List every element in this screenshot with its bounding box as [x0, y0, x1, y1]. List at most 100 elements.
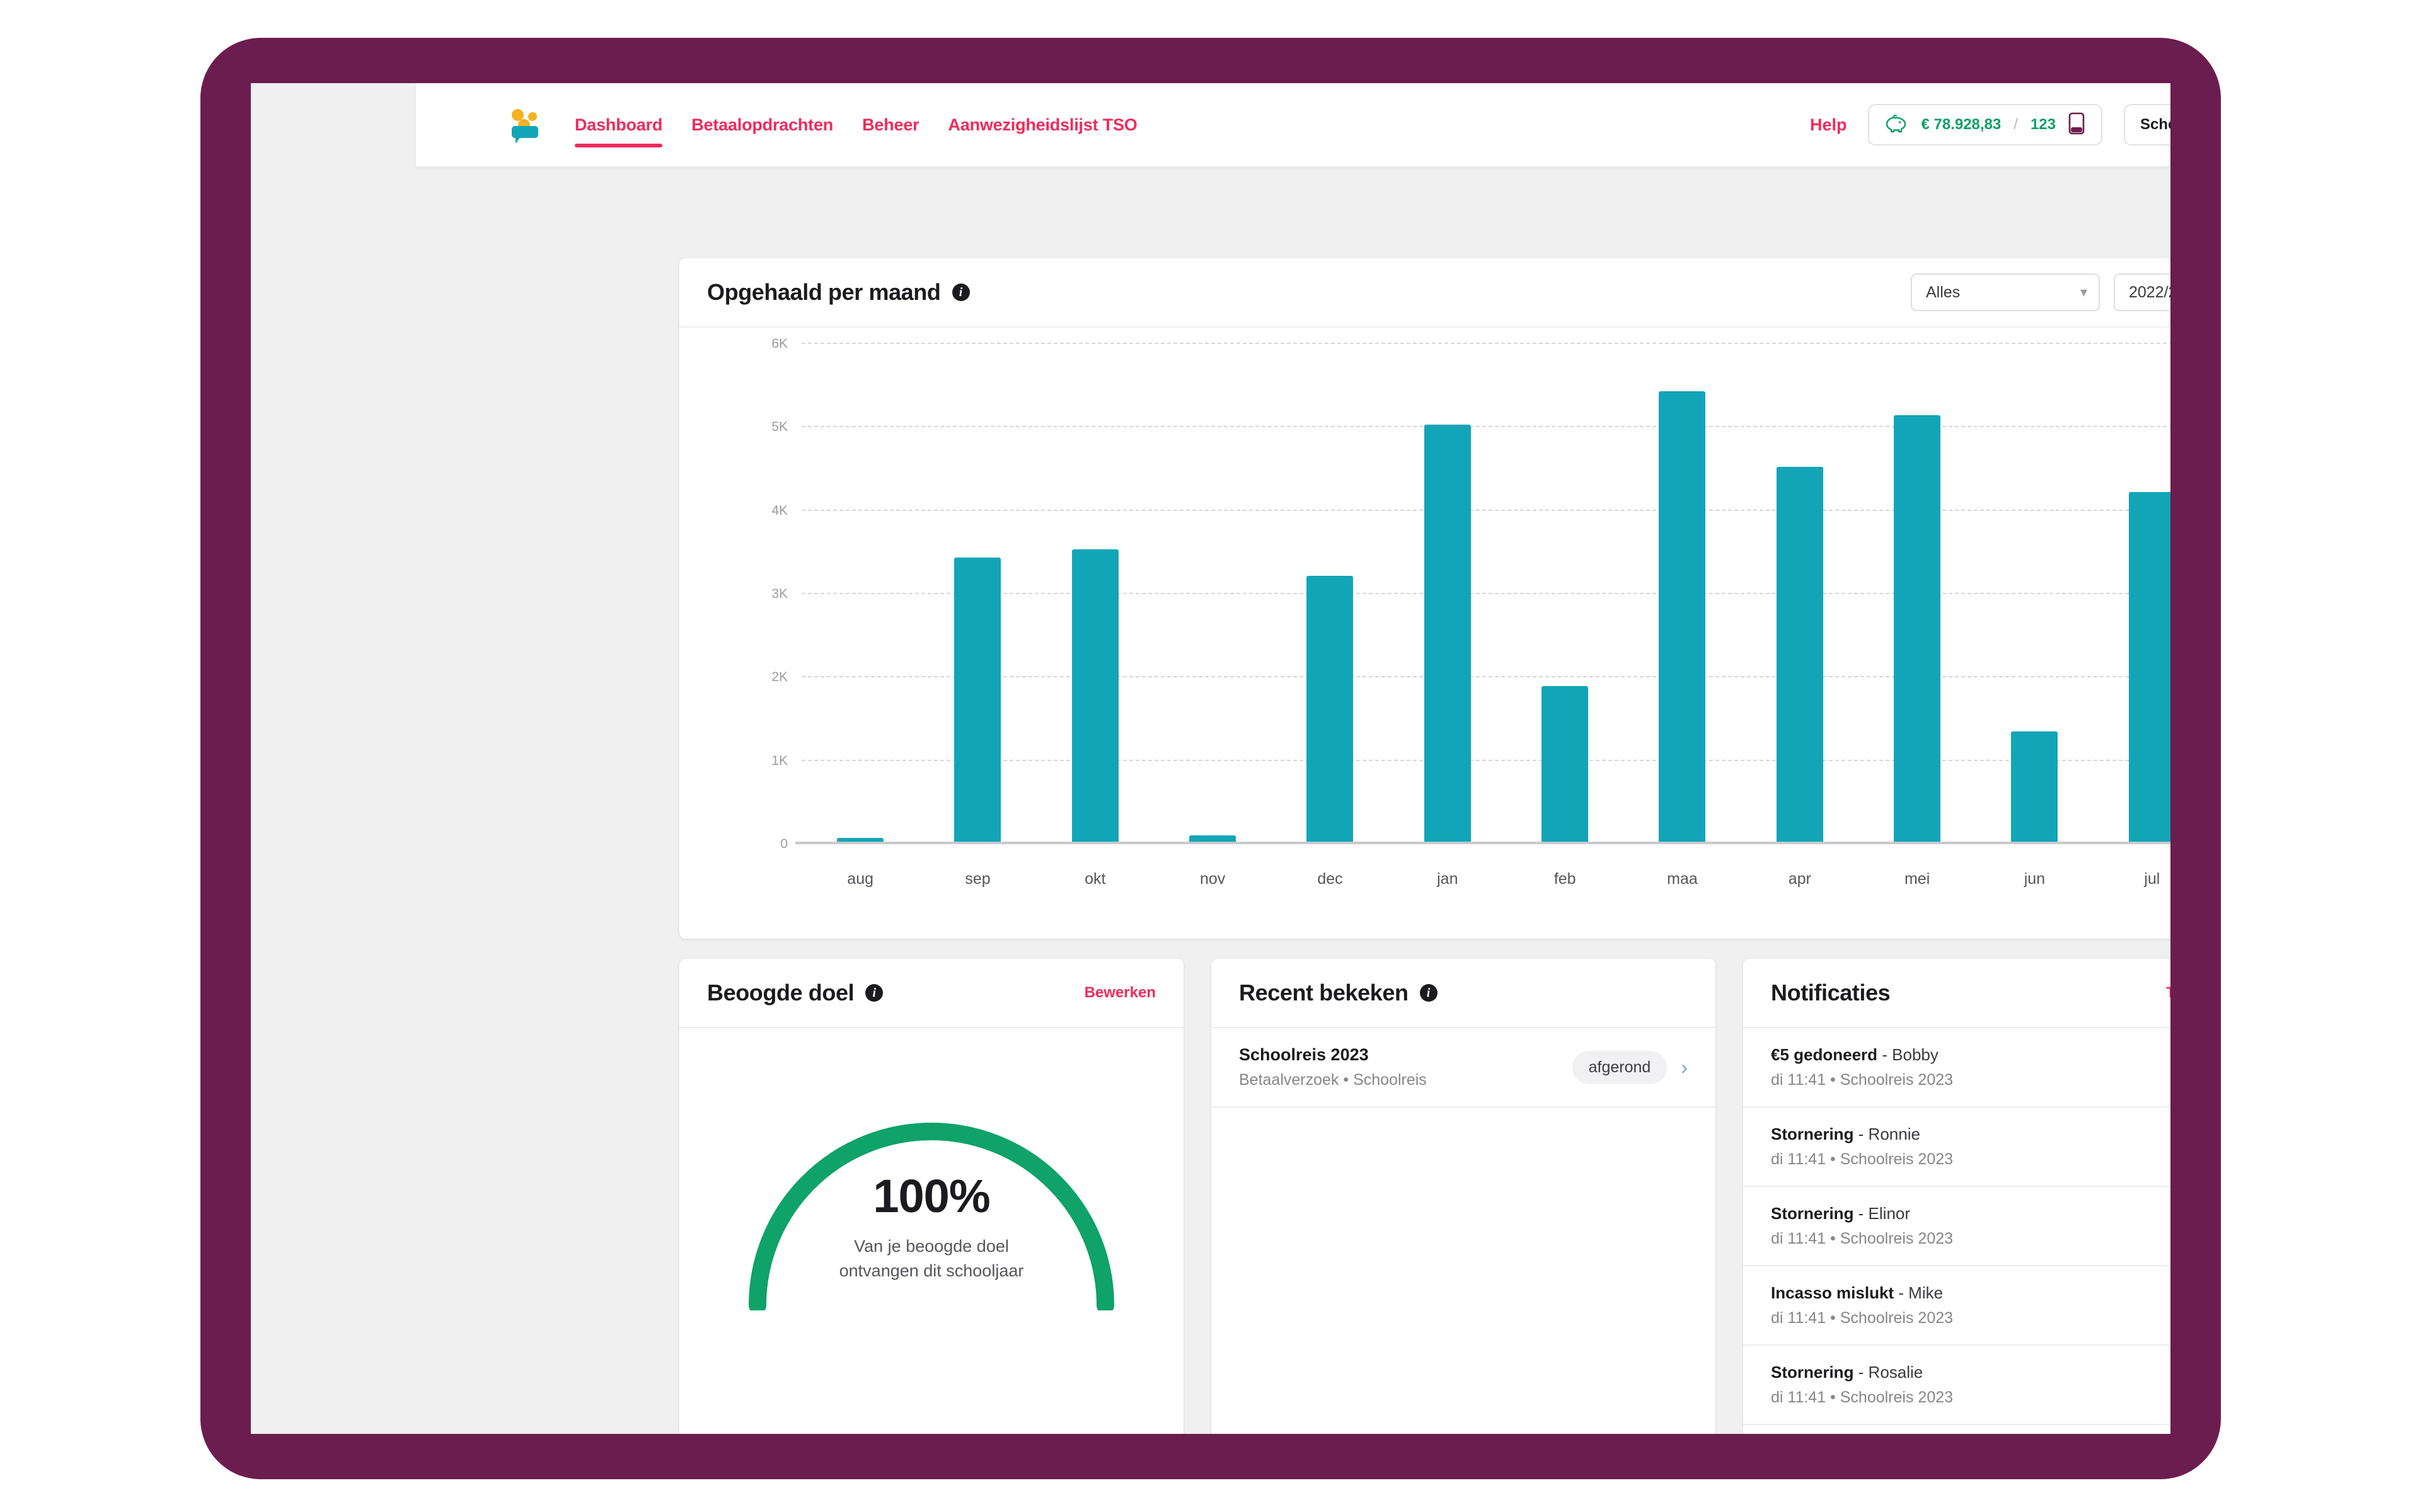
notification-title-rest: - Bobby [1877, 1045, 1939, 1064]
mobile-phone-icon[interactable] [2068, 112, 2085, 138]
notification-title-bold: Incasso mislukt [1771, 1283, 1894, 1302]
bar-slot [2094, 344, 2170, 844]
notification-title-rest: - Elinor [1853, 1204, 1911, 1223]
school-year-select[interactable]: 2022/2023 ▾ [2114, 273, 2170, 311]
nav-label-aanwezigheidslijst: Aanwezigheidslijst TSO [948, 115, 1138, 134]
notification-title-bold: Stornering [1771, 1204, 1854, 1223]
bar-okt[interactable] [1071, 549, 1119, 844]
nav-item-dashboard[interactable]: Dashboard [575, 83, 663, 166]
nav-item-aanwezigheidslijst-tso[interactable]: Aanwezigheidslijst TSO [948, 83, 1137, 166]
balance-pill[interactable]: € 78.928,83 / 123 [1868, 104, 2102, 146]
notifications-card: Notificaties Toon alles €5 gedoneerd - B… [1743, 959, 2170, 1434]
notifications-card-header: Notificaties Toon alles [1743, 959, 2170, 1028]
nav-label-beheer: Beheer [862, 115, 919, 134]
notification-title-rest: - Mike [1894, 1283, 1944, 1302]
y-axis-tick-label: 6K [771, 336, 788, 351]
bar-slot [1741, 344, 1858, 844]
balance-count: 123 [2030, 116, 2056, 133]
nav-item-beheer[interactable]: Beheer [862, 83, 919, 166]
recently-viewed-card: Recent bekeken i Schoolreis 2023 Betaalve… [1211, 959, 1715, 1434]
notification-list-item[interactable]: €5 gedoneerd - Bobby di 11:41 • Schoolrei… [1743, 1028, 2170, 1108]
account-name: School [2140, 116, 2170, 133]
help-link[interactable]: Help [1810, 115, 1847, 135]
goal-gauge-wrap: 100% Van je beoogde doel ontvangen dit s… [679, 1033, 1184, 1386]
bar-jan[interactable] [1424, 425, 1471, 844]
x-axis-tick-label: jun [2024, 870, 2046, 888]
gauge-caption-line1: Van je beoogde doel [854, 1237, 1009, 1256]
notifications-list: €5 gedoneerd - Bobby di 11:41 • Schoolrei… [1743, 1028, 2170, 1425]
notification-list-item[interactable]: Stornering - Elinor di 11:41 • Schoolreis… [1743, 1187, 2170, 1266]
y-axis-tick-label: 5K [771, 420, 788, 435]
bar-maa[interactable] [1659, 391, 1706, 844]
notification-list-item[interactable]: Incasso mislukt - Mike di 11:41 • Schoolr… [1743, 1266, 2170, 1346]
bar-slot [919, 344, 1036, 844]
goal-title: Beoogde doel [707, 980, 855, 1005]
notification-title-bold: Stornering [1771, 1125, 1854, 1143]
balance-amount: € 78.928,83 [1921, 116, 2002, 133]
x-axis-tick-label: apr [1788, 870, 1811, 888]
chart-title: Opgehaald per maand [707, 279, 941, 305]
nav-label-betaalopdrachten: Betaalopdrachten [691, 115, 834, 134]
bar-slot [1154, 344, 1271, 844]
notification-title: Stornering - Rosalie [1771, 1363, 2170, 1382]
bar-slot [1271, 344, 1388, 844]
notification-title-rest: - Rosalie [1853, 1363, 1923, 1382]
piggy-bank-icon [1886, 113, 1908, 137]
x-axis-line [795, 842, 2170, 844]
bar-slot [1976, 344, 2093, 844]
gauge-percent: 100% [873, 1170, 990, 1222]
notification-meta: di 11:41 • Schoolreis 2023 [1771, 1071, 1954, 1089]
bar-dec[interactable] [1306, 575, 1354, 844]
x-axis-tick-label: jul [2144, 870, 2160, 888]
y-axis-tick-label: 4K [771, 503, 788, 518]
bar-sep[interactable] [954, 557, 1001, 844]
primary-nav-links: Dashboard Betaalopdrachten Beheer Aanwez… [575, 83, 1138, 166]
info-icon[interactable]: i [952, 284, 970, 301]
y-axis-tick-label: 3K [771, 587, 788, 601]
account-menu-button[interactable]: School JV [2123, 104, 2170, 146]
notification-meta: di 11:41 • Schoolreis 2023 [1771, 1150, 1954, 1168]
edit-goal-button[interactable]: Bewerken [1085, 984, 1156, 1002]
x-axis-tick-label: maa [1667, 870, 1698, 888]
filter-select[interactable]: Alles ▾ [1911, 273, 2100, 311]
y-axis-tick-label: 0 [780, 837, 788, 851]
gauge-center-text: 100% Van je beoogde doel ontvangen dit s… [736, 1169, 1127, 1283]
notification-list-item[interactable]: Stornering - Rosalie di 11:41 • Schoolrei… [1743, 1346, 2170, 1425]
top-navigation-bar: Dashboard Betaalopdrachten Beheer Aanwez… [416, 83, 2170, 166]
chevron-right-icon[interactable]: › [1681, 1057, 1688, 1077]
show-all-notifications-button[interactable]: Toon alles [2166, 984, 2170, 1002]
recent-list-item[interactable]: Schoolreis 2023 Betaalverzoek • Schoolrei… [1211, 1028, 1715, 1108]
app-screen: Dashboard Betaalopdrachten Beheer Aanwez… [251, 83, 2170, 1434]
chart-filters: Alles ▾ 2022/2023 ▾ [1911, 273, 2170, 311]
notification-meta: di 11:41 • Schoolreis 2023 [1771, 1309, 1954, 1327]
gauge-caption: Van je beoogde doel ontvangen dit school… [736, 1234, 1127, 1283]
bar-feb[interactable] [1541, 686, 1589, 844]
recent-card-header: Recent bekeken i [1211, 959, 1715, 1028]
notification-meta: di 11:41 • Schoolreis 2023 [1771, 1389, 1954, 1406]
y-axis-tick-label: 2K [771, 670, 788, 685]
bar-slot [1623, 344, 1741, 844]
nav-right-group: Help € 78.928,83 / 123 Sch [1810, 104, 2170, 146]
info-icon[interactable]: i [1419, 984, 1438, 1002]
bar-jul[interactable] [2128, 491, 2170, 844]
nav-item-betaalopdrachten[interactable]: Betaalopdrachten [691, 83, 833, 166]
info-icon[interactable]: i [865, 984, 884, 1002]
recent-list: Schoolreis 2023 Betaalverzoek • Schoolrei… [1211, 1028, 1715, 1108]
bar-apr[interactable] [1776, 466, 1823, 844]
recent-item-subtitle: Betaalverzoek • Schoolreis [1239, 1071, 1427, 1089]
klasbord-logo-icon[interactable] [509, 106, 546, 144]
nav-label-dashboard: Dashboard [575, 115, 663, 134]
bar-chart-plot: 0 1K 2K 3K 4K 5K 6K aug sep okt nov dec jan feb maa ap… [707, 336, 2170, 914]
goal-card-header: Beoogde doel i Bewerken [679, 959, 1184, 1028]
recent-title: Recent bekeken [1239, 980, 1409, 1005]
bar-mei[interactable] [1894, 415, 1941, 844]
notifications-title: Notificaties [1771, 980, 1891, 1005]
notification-list-item[interactable]: Stornering - Ronnie di 11:41 • Schoolreis… [1743, 1108, 2170, 1187]
filter-select-value: Alles [1926, 283, 1961, 301]
bar-slot [802, 344, 919, 844]
y-axis-tick-label: 1K [771, 753, 788, 768]
recent-item-texts: Schoolreis 2023 Betaalverzoek • Schoolrei… [1239, 1045, 1427, 1089]
bar-slot [1389, 344, 1506, 844]
x-axis-tick-label: feb [1553, 870, 1576, 888]
bar-jun[interactable] [2011, 731, 2058, 844]
